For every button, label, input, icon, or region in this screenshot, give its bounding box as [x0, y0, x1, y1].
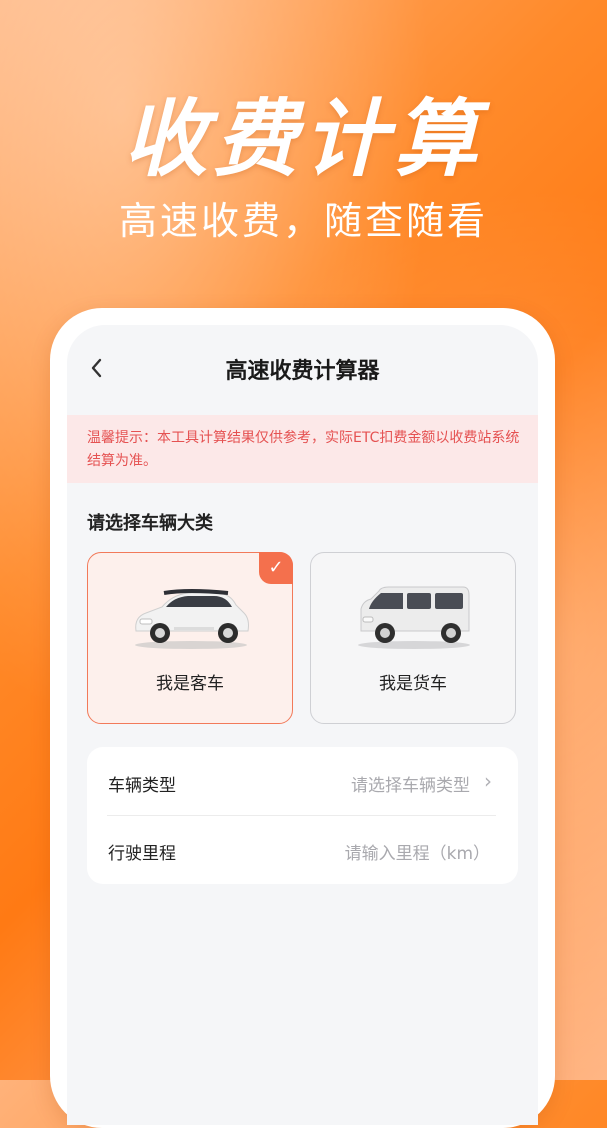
vehicle-category-label: 请选择车辆大类 — [87, 513, 213, 534]
hero-title: 收费计算 — [123, 90, 484, 188]
mileage-label: 行驶里程 — [108, 844, 176, 864]
nav-bar: 高速收费计算器 — [67, 325, 538, 415]
chevron-right-icon: › — [484, 769, 492, 793]
page-title: 高速收费计算器 — [225, 359, 380, 384]
option-passenger-car-label: 我是客车 — [156, 674, 224, 694]
hero-subtitle: 高速收费，随查随看 — [118, 199, 488, 243]
vehicle-type-row[interactable]: 车辆类型 请选择车辆类型 › — [87, 747, 518, 815]
option-truck-label: 我是货车 — [379, 674, 447, 694]
notice-banner: 温馨提示：本工具计算结果仅供参考，实际ETC扣费金额以收费站系统结算为准。 — [67, 415, 538, 483]
check-icon: ✓ — [259, 552, 293, 584]
mileage-input[interactable]: 请输入里程（km） — [345, 839, 490, 864]
option-passenger-car[interactable]: ✓ 我是客车 — [87, 552, 293, 724]
passenger-car-image — [128, 581, 254, 651]
vehicle-type-label: 车辆类型 — [108, 776, 176, 796]
truck-image — [351, 581, 477, 651]
mileage-row[interactable]: 行驶里程 请输入里程（km） — [87, 815, 518, 883]
form-card: 车辆类型 请选择车辆类型 › 行驶里程 请输入里程（km） — [87, 747, 518, 884]
option-truck[interactable]: 我是货车 — [310, 552, 516, 724]
vehicle-type-select[interactable]: 请选择车辆类型 — [351, 771, 470, 796]
app-screen: 高速收费计算器 温馨提示：本工具计算结果仅供参考，实际ETC扣费金额以收费站系统… — [67, 325, 538, 1125]
